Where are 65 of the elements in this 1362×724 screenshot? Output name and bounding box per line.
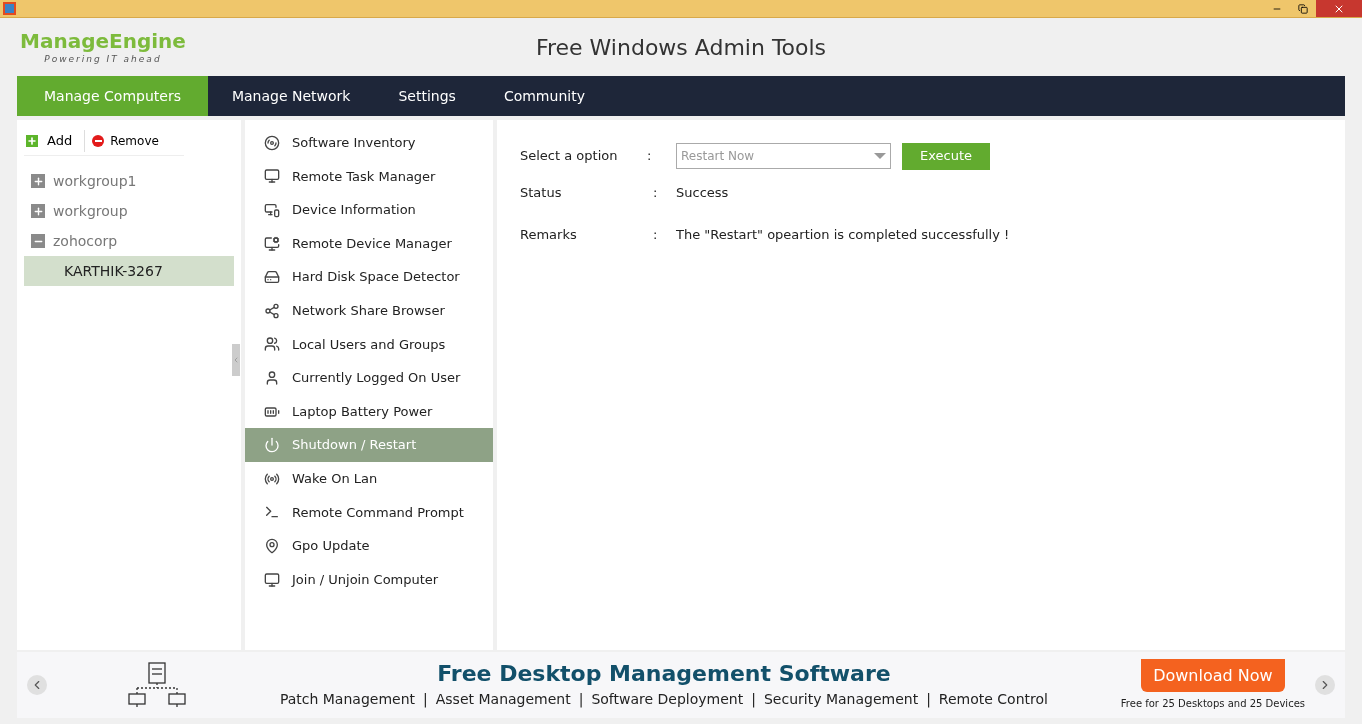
remarks-value: The "Restart" opeartion is completed successfully ! bbox=[676, 226, 1010, 245]
tool-item[interactable]: Local Users and Groups bbox=[245, 327, 493, 362]
tree-item[interactable]: zohocorp bbox=[53, 230, 118, 252]
tool-item[interactable]: Remote Task Manager bbox=[245, 159, 493, 194]
user-icon bbox=[264, 369, 280, 386]
separator: : bbox=[653, 226, 659, 245]
add-button[interactable]: Add bbox=[47, 130, 73, 151]
tool-item[interactable]: Wake On Lan bbox=[245, 461, 493, 496]
users-icon bbox=[264, 336, 280, 353]
disc-icon bbox=[264, 134, 280, 151]
cta-note: Free for 25 Desktops and 25 Devices bbox=[1120, 697, 1305, 711]
banner-title: Free Desktop Management Software bbox=[437, 659, 891, 688]
separator: | bbox=[751, 690, 756, 710]
feature-text: Security Management bbox=[763, 690, 919, 710]
tool-item[interactable]: Laptop Battery Power bbox=[245, 394, 493, 429]
tool-item[interactable]: Network Share Browser bbox=[245, 293, 493, 328]
add-icon[interactable] bbox=[26, 134, 38, 147]
field-label: Select a option bbox=[520, 147, 619, 166]
next-icon[interactable] bbox=[1315, 675, 1335, 695]
nav-tab[interactable]: Community bbox=[479, 76, 609, 116]
feature-text: Remote Control bbox=[938, 690, 1048, 710]
monitor-icon bbox=[264, 168, 280, 185]
remove-icon[interactable] bbox=[92, 134, 105, 147]
nav-tab[interactable]: Manage Network bbox=[207, 76, 375, 116]
feature-text: Asset Management bbox=[435, 690, 571, 710]
network-drawing bbox=[127, 662, 187, 708]
previous-icon[interactable] bbox=[27, 675, 47, 695]
monitor-gear-icon bbox=[264, 235, 280, 252]
feature-text: Patch Management bbox=[279, 690, 416, 710]
collapse-handle[interactable] bbox=[232, 344, 240, 376]
separator: | bbox=[423, 690, 428, 710]
status-value: Success bbox=[676, 184, 729, 203]
separator: | bbox=[926, 690, 931, 710]
tool-item[interactable]: Join / Unjoin Computer bbox=[245, 562, 493, 597]
app-icon bbox=[3, 2, 16, 15]
feature-text: Software Deployment bbox=[591, 690, 744, 710]
collapse-icon[interactable] bbox=[31, 234, 45, 248]
separator: : bbox=[647, 147, 653, 166]
tree-item[interactable]: workgroup1 bbox=[53, 170, 137, 192]
nav-tab[interactable]: Settings bbox=[374, 76, 480, 116]
tool-item[interactable]: Device Information bbox=[245, 193, 493, 227]
separator: : bbox=[653, 184, 659, 203]
monitor-icon bbox=[264, 202, 280, 218]
tool-item[interactable]: Gpo Update bbox=[245, 529, 493, 563]
tool-item[interactable]: Software Inventory bbox=[245, 126, 493, 160]
remove-button[interactable]: Remove bbox=[110, 131, 159, 150]
logo: ManageEngine Powering IT ahead bbox=[19, 29, 187, 65]
tree-item[interactable]: workgroup bbox=[53, 200, 128, 222]
field-label: Remarks bbox=[520, 226, 578, 245]
separator: | bbox=[578, 690, 584, 710]
tool-item[interactable]: Remote Command Prompt bbox=[245, 495, 493, 530]
map-pin-icon bbox=[264, 537, 280, 554]
tree-item[interactable]: KARTHIK-3267 bbox=[24, 256, 234, 286]
tool-item[interactable]: Remote Device Manager bbox=[245, 226, 493, 261]
expand-icon[interactable] bbox=[31, 174, 45, 188]
tool-item[interactable]: Hard Disk Space Detector bbox=[245, 260, 493, 294]
hard-drive-icon bbox=[264, 269, 280, 286]
power-icon bbox=[264, 437, 280, 454]
monitor-icon bbox=[264, 571, 280, 588]
dropdown-caret-icon bbox=[874, 153, 886, 159]
field-label: Status bbox=[520, 184, 563, 203]
app-title: Free Windows Admin Tools bbox=[535, 33, 827, 62]
expand-icon[interactable] bbox=[31, 204, 45, 218]
tool-item[interactable]: Currently Logged On User bbox=[245, 361, 493, 395]
share-icon bbox=[264, 302, 280, 319]
